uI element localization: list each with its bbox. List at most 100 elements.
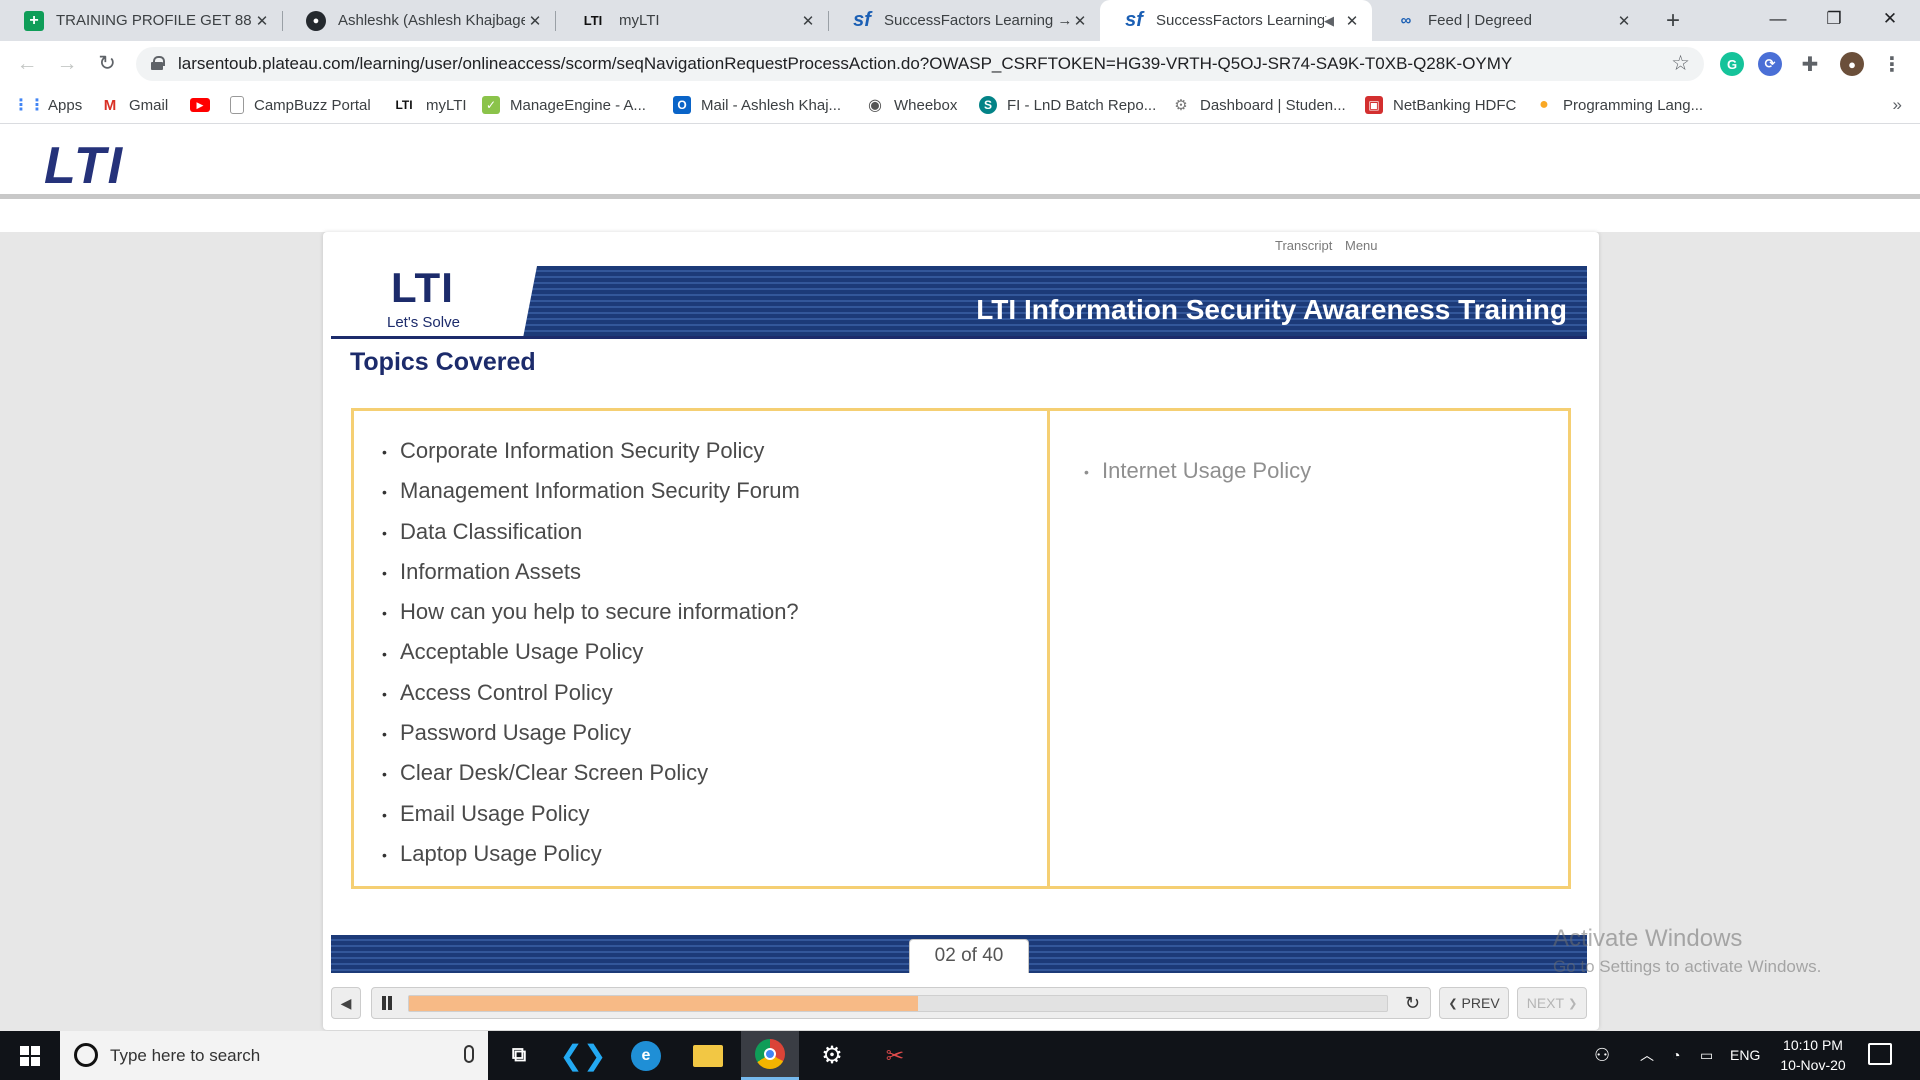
bookmarks-overflow-button[interactable]: » xyxy=(1893,87,1902,123)
site-logo[interactable]: LTI xyxy=(44,136,124,196)
taskbar-clock[interactable]: 10:10 PM 10-Nov-20 xyxy=(1770,1035,1856,1075)
transcript-link[interactable]: Transcript xyxy=(1275,238,1332,253)
bullet-icon: • xyxy=(382,806,387,823)
bullet-icon: • xyxy=(382,524,387,541)
apps-grid-icon: ⋮⋮ xyxy=(13,97,45,114)
close-icon[interactable]: ✕ xyxy=(1614,12,1634,30)
close-icon[interactable]: ✕ xyxy=(525,12,545,30)
grammarly-icon[interactable]: G xyxy=(1720,52,1744,76)
topic-item: • Email Usage Policy xyxy=(382,794,800,834)
battery-icon[interactable]: ▭ xyxy=(1700,1031,1713,1080)
minimize-button[interactable]: — xyxy=(1750,0,1806,41)
microphone-icon[interactable] xyxy=(464,1045,474,1063)
menu-link[interactable]: Menu xyxy=(1345,238,1378,253)
chevron-up-icon[interactable]: ︿ xyxy=(1640,1031,1654,1080)
taskbar-search[interactable]: Type here to search xyxy=(60,1031,488,1080)
bookmark-lnd-batch[interactable]: S FI - LnD Batch Repo... xyxy=(979,87,1156,123)
bookmark-campbuzz[interactable]: CampBuzz Portal xyxy=(230,87,371,123)
topic-item: • Laptop Usage Policy xyxy=(382,834,800,874)
slide-footer-bar: 02 of 40 xyxy=(331,935,1587,973)
tab-successfactors-active[interactable]: sf SuccessFactors Learning ◀ׂ ✕ xyxy=(1100,0,1372,41)
tab-mylti[interactable]: LTI myLTI ✕ xyxy=(555,0,828,41)
snip-icon: ✂ xyxy=(885,1042,905,1068)
language-indicator[interactable]: ENG xyxy=(1730,1031,1760,1080)
tab-title: Ashleshk (Ashlesh Khajbage) xyxy=(338,12,525,29)
seek-bar[interactable] xyxy=(408,995,1388,1012)
close-icon[interactable]: ✕ xyxy=(798,12,818,30)
topic-label: Laptop Usage Policy xyxy=(400,840,602,866)
start-button[interactable] xyxy=(0,1031,60,1080)
tab-degreed[interactable]: ∞ Feed | Degreed ✕ xyxy=(1372,0,1644,41)
topics-divider xyxy=(1047,411,1050,886)
course-banner: LTI Information Security Awareness Train… xyxy=(523,266,1587,338)
browser-tab-strip: + TRAINING PROFILE GET 881 ✕ ● Ashleshk … xyxy=(0,0,1920,41)
bookmark-mail[interactable]: O Mail - Ashlesh Khaj... xyxy=(673,87,841,123)
bookmark-dashboard[interactable]: ⚙ Dashboard | Studen... xyxy=(1172,87,1345,123)
settings-taskbar-button[interactable]: ⚙ xyxy=(803,1031,861,1080)
bullet-icon: • xyxy=(382,726,387,743)
edge-taskbar-button[interactable]: e xyxy=(617,1031,675,1080)
bullet-icon: • xyxy=(382,484,387,501)
volume-button[interactable]: ◀ xyxy=(331,987,361,1019)
chrome-taskbar-button[interactable] xyxy=(741,1031,799,1080)
edge-icon: e xyxy=(631,1040,661,1071)
successfactors-icon: sf xyxy=(1125,9,1143,31)
mute-audio-icon[interactable]: ◀ׂ xyxy=(1324,13,1334,29)
tab-title: SuccessFactors Learning xyxy=(1156,12,1324,29)
url-text[interactable]: larsentoub.plateau.com/learning/user/onl… xyxy=(178,47,1512,81)
degreed-icon: ∞ xyxy=(1400,12,1412,29)
tab-successfactors-1[interactable]: sf SuccessFactors Learning → Li ✕ xyxy=(828,0,1100,41)
people-icon[interactable]: ⚇ xyxy=(1594,1031,1610,1080)
emblem-icon: ⚙ xyxy=(1174,97,1188,114)
bookmark-programming[interactable]: ● Programming Lang... xyxy=(1535,87,1703,123)
restore-button[interactable]: ❐ xyxy=(1806,0,1862,41)
course-title: LTI Information Security Awareness Train… xyxy=(976,294,1567,325)
tab-github[interactable]: ● Ashleshk (Ashlesh Khajbage) ✕ xyxy=(282,0,555,41)
tab-training-profile[interactable]: + TRAINING PROFILE GET 881 ✕ xyxy=(0,0,282,41)
extensions-puzzle-icon[interactable]: ✚ xyxy=(1798,52,1822,76)
profile-avatar[interactable]: ● xyxy=(1840,52,1864,76)
close-icon[interactable]: ✕ xyxy=(1342,12,1362,30)
replay-icon[interactable]: ↻ xyxy=(1405,993,1420,1014)
file-explorer-taskbar-button[interactable] xyxy=(679,1031,737,1080)
back-button[interactable]: ← xyxy=(12,49,42,79)
bookmark-youtube[interactable]: ▶ xyxy=(190,87,220,123)
new-tab-button[interactable]: + xyxy=(1658,6,1688,36)
vscode-taskbar-button[interactable]: ❮❯ xyxy=(554,1031,612,1080)
wifi-icon[interactable]: ◔ xyxy=(1672,1031,1680,1080)
close-icon[interactable]: ✕ xyxy=(1070,12,1090,30)
browser-menu-icon[interactable]: ⋮ xyxy=(1880,52,1904,76)
reload-button[interactable]: ↻ xyxy=(92,49,122,79)
bookmark-gmail[interactable]: M Gmail xyxy=(101,87,168,123)
tab-title: Feed | Degreed xyxy=(1428,12,1532,29)
globe-icon: ◉ xyxy=(868,97,882,114)
task-view-button[interactable]: ⧉ xyxy=(490,1031,548,1080)
bookmark-star-icon[interactable]: ☆ xyxy=(1671,47,1690,81)
window-close-button[interactable]: ✕ xyxy=(1862,0,1918,41)
prev-button[interactable]: ❮ PREV xyxy=(1439,987,1509,1019)
bookmark-manageengine[interactable]: ✓ ManageEngine - A... xyxy=(482,87,646,123)
topic-label: Internet Usage Policy xyxy=(1102,458,1312,483)
pause-icon[interactable] xyxy=(380,996,394,1010)
bookmark-apps[interactable]: ⋮⋮ Apps xyxy=(13,87,82,123)
seek-bar-container: ↻ xyxy=(371,987,1431,1019)
next-button[interactable]: NEXT ❯ xyxy=(1517,987,1587,1019)
notifications-icon[interactable] xyxy=(1868,1043,1892,1065)
forward-button[interactable]: → xyxy=(52,49,82,79)
snipping-tool-taskbar-button[interactable]: ✂ xyxy=(866,1031,924,1080)
bookmark-netbanking[interactable]: ▣ NetBanking HDFC xyxy=(1365,87,1516,123)
hdfc-icon: ▣ xyxy=(1365,96,1383,114)
folder-icon xyxy=(693,1044,723,1067)
chevron-left-icon: ❮ xyxy=(1448,997,1458,1010)
topic-label: Corporate Information Security Policy xyxy=(400,438,765,463)
bookmark-mylti[interactable]: LTI myLTI xyxy=(392,87,466,123)
bookmark-wheebox[interactable]: ◉ Wheebox xyxy=(866,87,957,123)
extension-icon[interactable]: ⟳ xyxy=(1758,52,1782,76)
close-icon[interactable]: ✕ xyxy=(252,12,272,30)
vscode-icon: ❮❯ xyxy=(559,1040,607,1071)
successfactors-icon: sf xyxy=(853,9,871,31)
github-icon: ● xyxy=(306,10,326,31)
topic-label: Data Classification xyxy=(400,518,583,544)
topic-label: Information Assets xyxy=(400,558,581,584)
address-bar[interactable]: larsentoub.plateau.com/learning/user/onl… xyxy=(136,47,1704,81)
